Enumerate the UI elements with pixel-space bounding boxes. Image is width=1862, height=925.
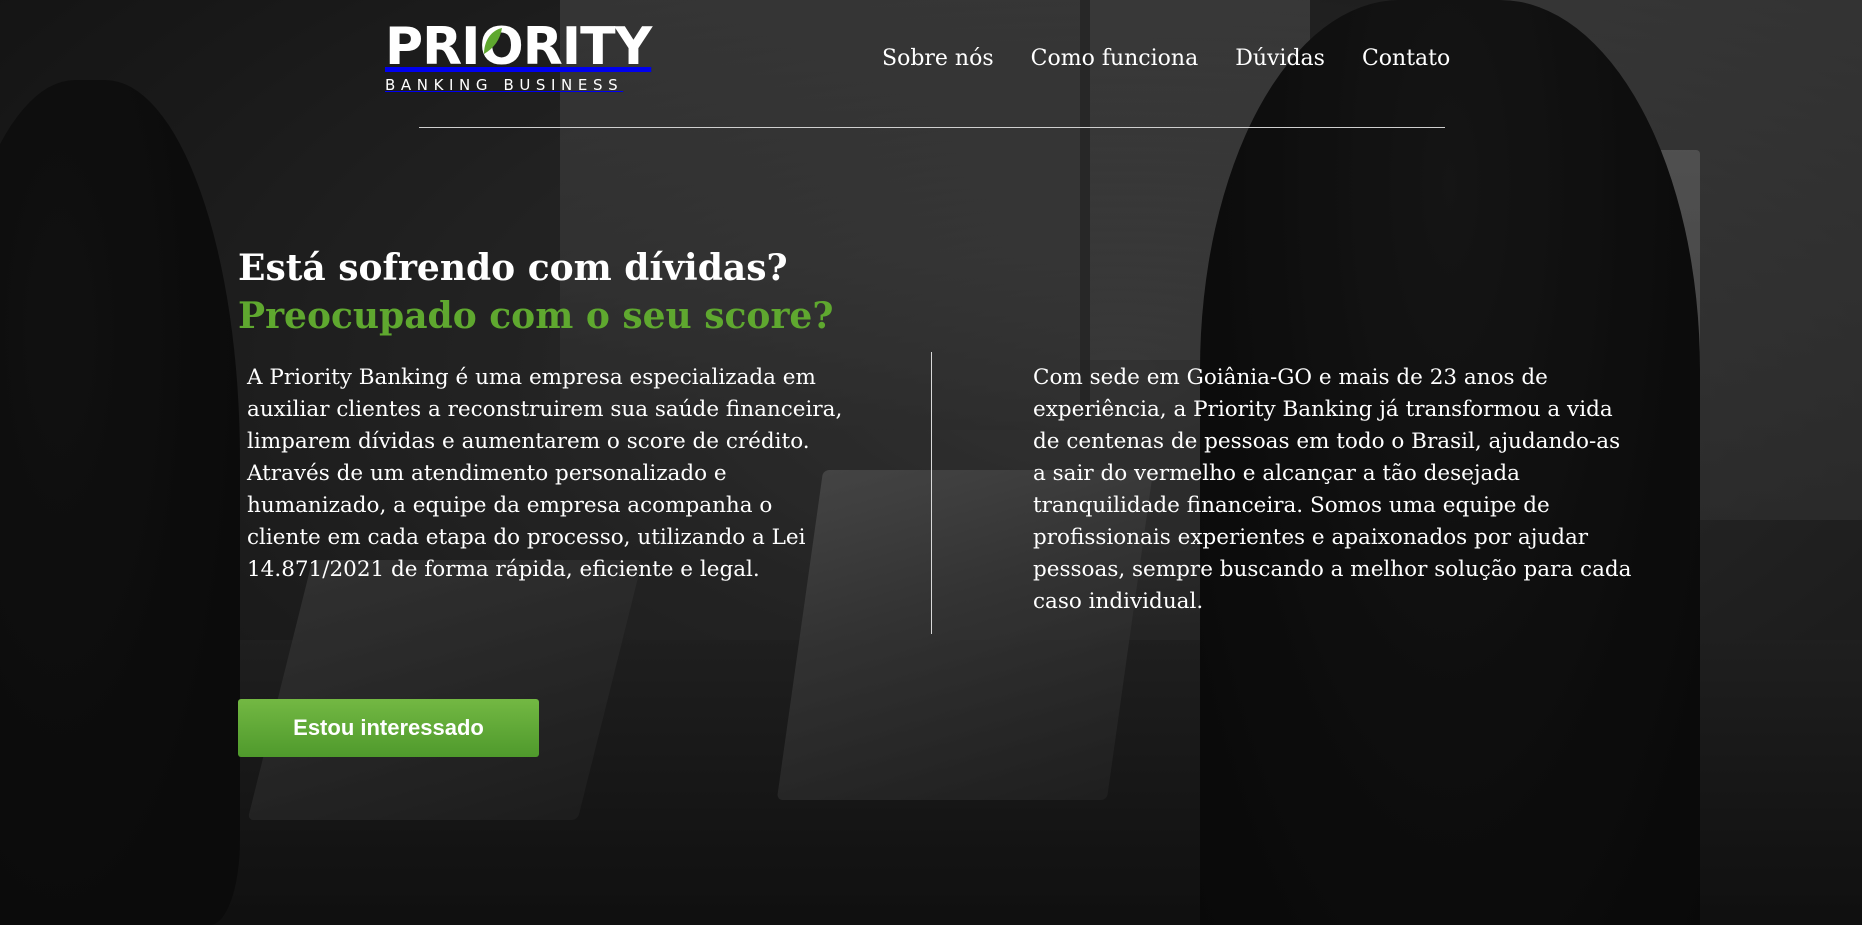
nav-link-sobre-nos[interactable]: Sobre nós: [882, 46, 994, 71]
interested-button[interactable]: Estou interessado: [238, 699, 539, 757]
brand-wordmark: PRIORITY: [385, 17, 652, 77]
brand-logo[interactable]: PRIORITY BANKING BUSINESS: [385, 21, 675, 94]
nav-link-duvidas[interactable]: Dúvidas: [1235, 46, 1325, 71]
hero-headline: Está sofrendo com dívidas?: [238, 247, 788, 289]
nav-link-contato[interactable]: Contato: [1362, 46, 1450, 71]
about-paragraph-right: Com sede em Goiânia-GO e mais de 23 anos…: [1033, 365, 1632, 614]
nav-link-como-funciona[interactable]: Como funciona: [1031, 46, 1199, 71]
hero-subheadline: Preocupado com o seu score?: [238, 295, 834, 337]
header-divider: [419, 127, 1445, 128]
leaf-icon: [484, 28, 502, 54]
main-navigation: Sobre nós Como funciona Dúvidas Contato: [882, 46, 1450, 71]
about-paragraph-left: A Priority Banking é uma empresa especia…: [247, 365, 843, 582]
brand-tagline: BANKING BUSINESS: [385, 76, 624, 94]
column-divider: [931, 352, 932, 634]
